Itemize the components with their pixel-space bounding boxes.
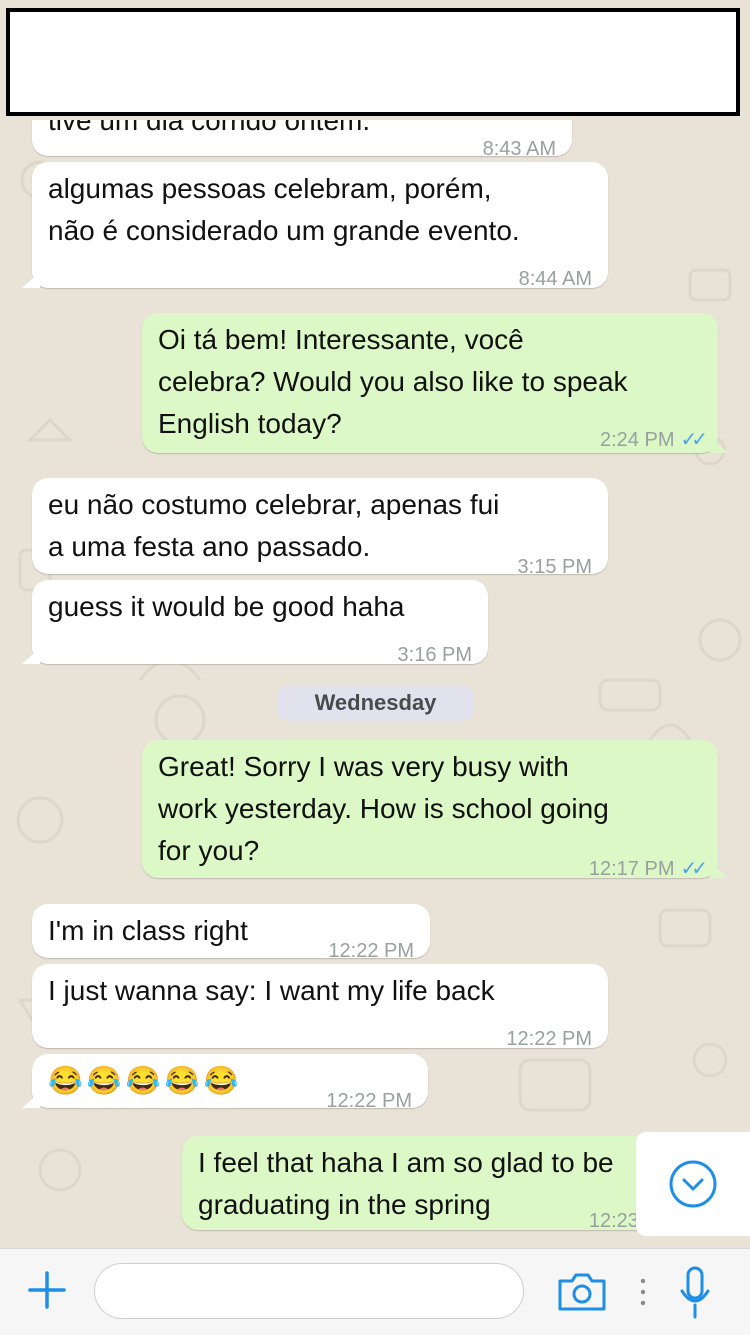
message-text: algumas pessoas celebram, porém, não é c…: [48, 173, 520, 246]
message-text: eu não costumo celebrar, apenas fui a um…: [48, 489, 500, 562]
message-text: Oi tá bem! Interessante, você celebra? W…: [158, 324, 628, 439]
read-ticks-icon: ✓✓: [680, 429, 707, 451]
message-text: guess it would be good haha: [48, 591, 405, 622]
message-incoming[interactable]: 😂😂😂😂😂 12:22 PM: [22, 1054, 428, 1112]
message-text: tive um dia corrido ontem.: [48, 120, 371, 136]
message-outgoing[interactable]: Oi tá bem! Interessante, você celebra? W…: [142, 313, 728, 453]
camera-icon[interactable]: [556, 1271, 608, 1313]
message-time: 12:17 PM ✓✓: [588, 848, 708, 890]
message-outgoing[interactable]: Great! Sorry I was very busy with work y…: [142, 740, 728, 880]
redacted-header: [6, 8, 740, 116]
read-ticks-icon: ✓✓: [680, 858, 707, 880]
message-time: 8:44 AM: [518, 268, 592, 290]
microphone-icon[interactable]: [678, 1265, 712, 1321]
message-incoming[interactable]: I'm in class right 12:22 PM: [32, 904, 430, 962]
message-incoming[interactable]: eu não costumo celebrar, apenas fui a um…: [32, 478, 608, 578]
message-time: 3:16 PM: [397, 644, 472, 666]
message-time: 2:24 PM ✓✓: [600, 419, 708, 461]
message-text: I'm in class right: [48, 915, 248, 946]
message-text: I feel that haha I am so glad to be grad…: [198, 1147, 614, 1220]
message-incoming[interactable]: algumas pessoas celebram, porém, não é c…: [22, 162, 608, 290]
scroll-to-bottom-button[interactable]: [636, 1132, 750, 1236]
message-incoming[interactable]: guess it would be good haha 3:16 PM: [22, 580, 488, 666]
message-time: 12:22 PM: [326, 1090, 412, 1112]
message-incoming[interactable]: tive um dia corrido ontem. 8:43 AM: [32, 120, 572, 160]
chat-area[interactable]: tive um dia corrido ontem. 8:43 AM algum…: [0, 120, 750, 1248]
message-time-label: 2:24 PM: [600, 429, 675, 451]
composer-bar: [0, 1248, 750, 1335]
message-incoming[interactable]: I just wanna say: I want my life back 12…: [32, 964, 608, 1050]
vertical-dots-icon[interactable]: [638, 1277, 648, 1307]
message-text: Great! Sorry I was very busy with work y…: [158, 751, 609, 866]
message-input[interactable]: [94, 1263, 524, 1319]
message-emoji: 😂😂😂😂😂: [48, 1065, 243, 1096]
message-text: I just wanna say: I want my life back: [48, 975, 495, 1006]
message-time: 3:15 PM: [517, 556, 592, 578]
plus-icon[interactable]: [26, 1269, 68, 1311]
message-time-label: 12:17 PM: [588, 858, 675, 880]
message-time: 12:22 PM: [506, 1028, 592, 1050]
chevron-down-icon: [669, 1160, 717, 1208]
day-separator: Wednesday: [277, 685, 474, 721]
